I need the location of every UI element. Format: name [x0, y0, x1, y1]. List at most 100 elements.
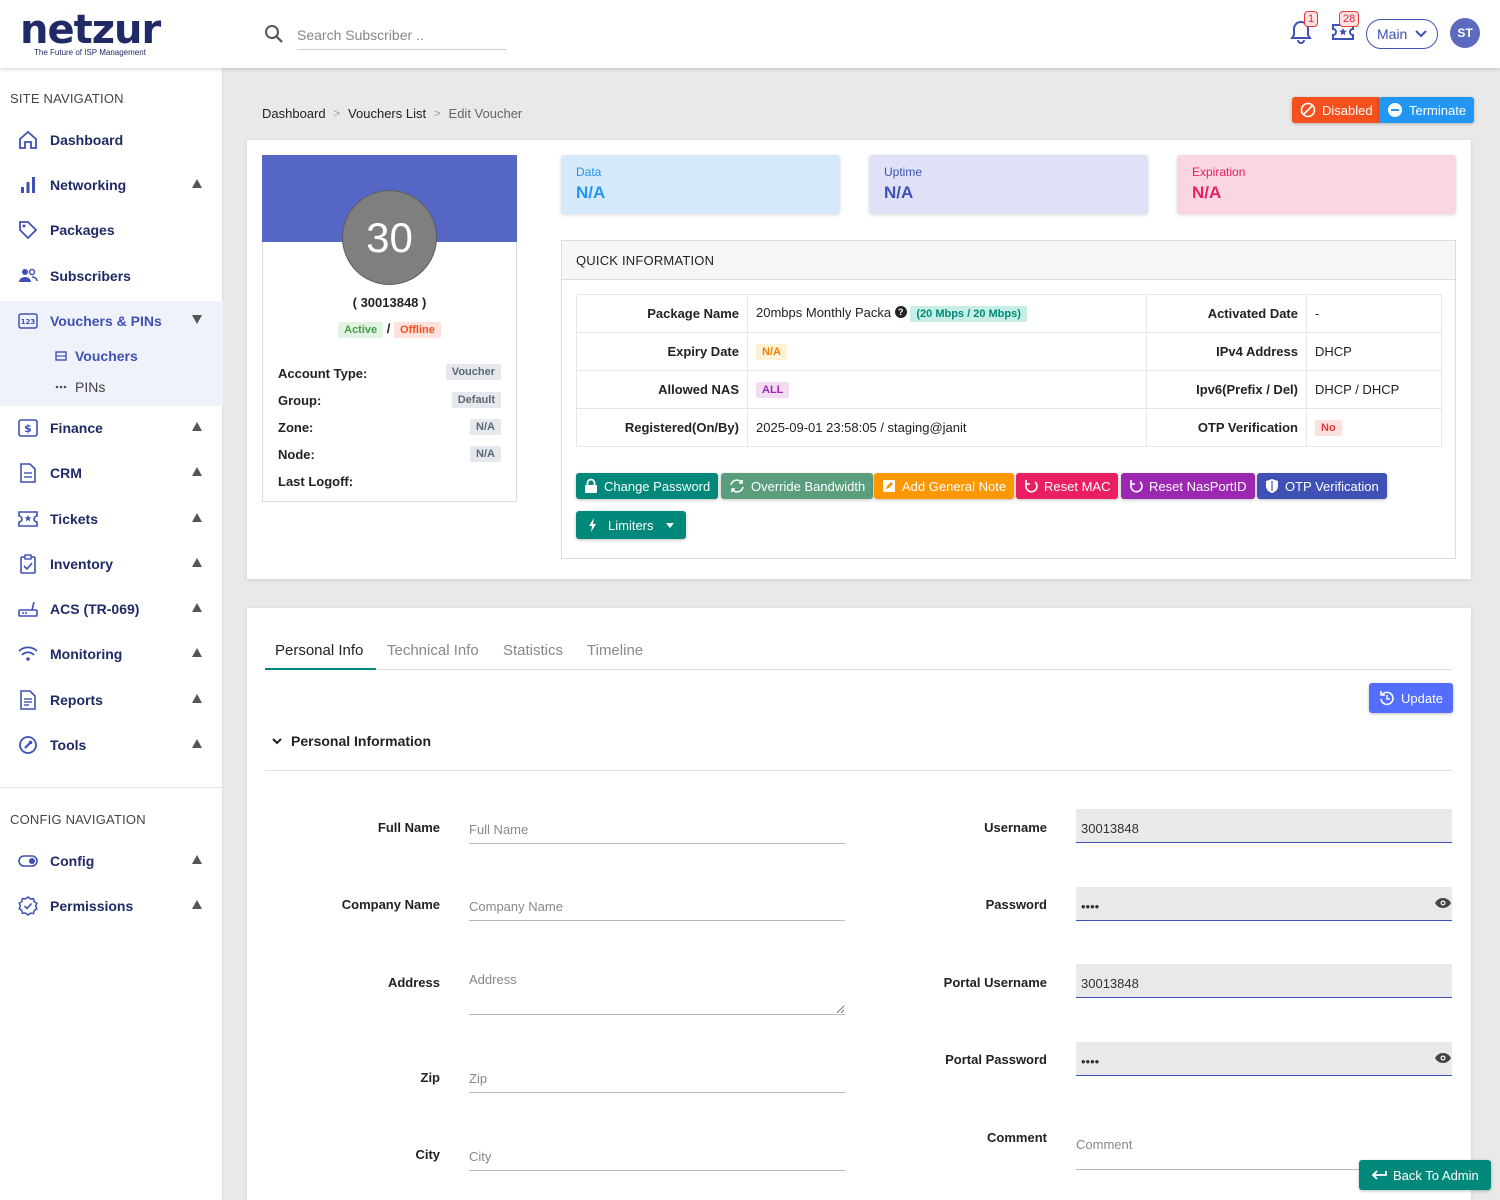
reset-icon	[1129, 479, 1143, 493]
sidebar-item-permissions[interactable]: Permissions	[0, 884, 223, 928]
address-label: Address	[387, 975, 440, 990]
badge-check-icon	[18, 896, 38, 916]
document-icon	[18, 463, 38, 483]
eye-icon[interactable]	[1434, 1052, 1452, 1064]
otp-verification-button[interactable]: OTP Verification	[1257, 473, 1387, 499]
netzur-logo[interactable]: netzur The Future of ISP Management	[20, 7, 161, 57]
change-password-label: Change Password	[604, 478, 711, 494]
sidebar-item-finance[interactable]: $ Finance	[0, 406, 223, 450]
sidebar-subitem-pins[interactable]: PINs	[55, 379, 105, 395]
table-row: Registered(On/By) 2025-09-01 23:58:05 / …	[576, 408, 1442, 447]
sidebar-item-subscribers[interactable]: Subscribers	[0, 254, 223, 298]
status-offline-badge: Offline	[394, 322, 441, 338]
override-bandwidth-button[interactable]: Override Bandwidth	[721, 473, 874, 499]
activated-date-label: Activated Date	[1146, 294, 1307, 333]
numbers-123-icon: 123	[18, 311, 38, 331]
status-separator: /	[386, 321, 391, 336]
sidebar-item-config[interactable]: Config	[0, 839, 223, 883]
otp-verification-label: OTP Verification	[1146, 408, 1307, 447]
zip-input[interactable]	[469, 1059, 845, 1093]
update-button[interactable]: Update	[1369, 683, 1453, 713]
add-general-note-button[interactable]: Add General Note	[874, 473, 1015, 499]
toggle-icon	[18, 851, 38, 871]
reset-mac-button[interactable]: Reset MAC	[1016, 473, 1119, 499]
sidebar-item-dashboard[interactable]: Dashboard	[0, 118, 223, 162]
quick-information-panel: QUICK INFORMATION Package Name 20mbps Mo…	[561, 240, 1456, 559]
notifications-bell-icon[interactable]: 1	[1290, 11, 1319, 44]
city-label: City	[415, 1147, 440, 1162]
uptime-stat-card: Uptime N/A	[869, 155, 1148, 214]
ipv6-label: Ipv6(Prefix / Del)	[1146, 370, 1307, 409]
active-tab-indicator	[265, 668, 376, 670]
limiters-dropdown-button[interactable]: Limiters	[576, 511, 686, 539]
sidebar-item-crm[interactable]: CRM	[0, 451, 223, 495]
sidebar-item-packages[interactable]: Packages	[0, 208, 223, 252]
disabled-button[interactable]: Disabled	[1292, 97, 1381, 123]
minus-circle-icon	[1387, 102, 1403, 118]
user-avatar[interactable]: ST	[1450, 18, 1480, 48]
reset-nasportid-button[interactable]: Reset NasPortID	[1121, 473, 1255, 499]
status-active-badge: Active	[338, 322, 384, 338]
tab-technical-info[interactable]: Technical Info	[387, 642, 479, 659]
portal-username-input[interactable]	[1076, 964, 1452, 998]
username-label: Username	[984, 820, 1047, 835]
tab-timeline[interactable]: Timeline	[587, 642, 643, 659]
expand-arrow-icon	[192, 648, 202, 657]
change-password-button[interactable]: Change Password	[576, 473, 719, 499]
sidebar-item-monitoring[interactable]: Monitoring	[0, 632, 223, 676]
logo-word: netzur	[20, 7, 161, 53]
breadcrumb: Dashboard > Vouchers List > Edit Voucher	[262, 106, 522, 121]
sidebar-item-label: Vouchers & PINs	[50, 313, 162, 329]
sidebar-subitem-label: Vouchers	[75, 348, 138, 364]
search-subscriber-input[interactable]	[297, 20, 506, 50]
portal-password-input[interactable]	[1076, 1042, 1452, 1076]
tickets-icon[interactable]: 28	[1331, 11, 1360, 44]
add-general-note-label: Add General Note	[902, 478, 1007, 494]
terminate-button[interactable]: Terminate	[1379, 97, 1475, 123]
package-name-label: Package Name	[576, 294, 748, 333]
breadcrumb-vouchers-list[interactable]: Vouchers List	[348, 106, 426, 121]
sidebar-item-acs[interactable]: ACS (TR-069)	[0, 587, 223, 631]
sidebar-item-label: ACS (TR-069)	[50, 601, 140, 617]
group-value: Default	[451, 392, 501, 408]
breadcrumb-current: Edit Voucher	[448, 106, 523, 121]
city-input[interactable]	[469, 1137, 845, 1171]
username-input[interactable]	[1076, 809, 1452, 843]
branch-select[interactable]: Main	[1366, 19, 1438, 49]
tag-icon	[18, 220, 38, 240]
voucher-card-icon	[55, 351, 67, 361]
wifi-monitor-icon	[18, 644, 38, 664]
password-input[interactable]	[1076, 887, 1452, 921]
expand-arrow-icon	[192, 855, 202, 864]
report-icon	[18, 690, 38, 710]
ipv4-value: DHCP	[1306, 332, 1442, 371]
company-name-label: Company Name	[341, 897, 440, 912]
sidebar-item-reports[interactable]: Reports	[0, 678, 223, 722]
sidebar-item-inventory[interactable]: Inventory	[0, 542, 223, 586]
allowed-nas-cell: ALL	[747, 370, 1147, 409]
back-to-admin-button[interactable]: Back To Admin	[1359, 1160, 1491, 1190]
address-textarea[interactable]	[469, 966, 845, 1015]
full-name-label: Full Name	[377, 820, 440, 835]
help-icon[interactable]: ?	[894, 306, 907, 318]
breadcrumb-dashboard[interactable]: Dashboard	[262, 106, 326, 121]
ban-icon	[1300, 102, 1316, 118]
expand-arrow-icon	[192, 422, 202, 431]
personal-information-section-toggle[interactable]: Personal Information	[272, 733, 431, 749]
tab-statistics[interactable]: Statistics	[503, 642, 563, 659]
company-name-input[interactable]	[469, 887, 845, 921]
tab-personal-info[interactable]: Personal Info	[275, 642, 363, 659]
search-icon[interactable]	[264, 24, 284, 44]
full-name-input[interactable]	[469, 810, 845, 844]
sidebar-item-label: Subscribers	[50, 268, 131, 284]
router-icon	[18, 599, 38, 619]
svg-text:$: $	[24, 422, 32, 435]
eye-icon[interactable]	[1434, 897, 1452, 909]
sidebar: SITE NAVIGATION Dashboard Networking Pac…	[0, 68, 223, 1200]
sidebar-item-networking[interactable]: Networking	[0, 163, 223, 207]
sidebar-item-tools[interactable]: Tools	[0, 723, 223, 767]
portal-password-label: Portal Password	[945, 1052, 1047, 1067]
sidebar-item-vouchers-pins[interactable]: 123 Vouchers & PINs	[0, 299, 223, 343]
sidebar-subitem-vouchers[interactable]: Vouchers	[55, 348, 138, 364]
sidebar-item-tickets[interactable]: Tickets	[0, 497, 223, 541]
